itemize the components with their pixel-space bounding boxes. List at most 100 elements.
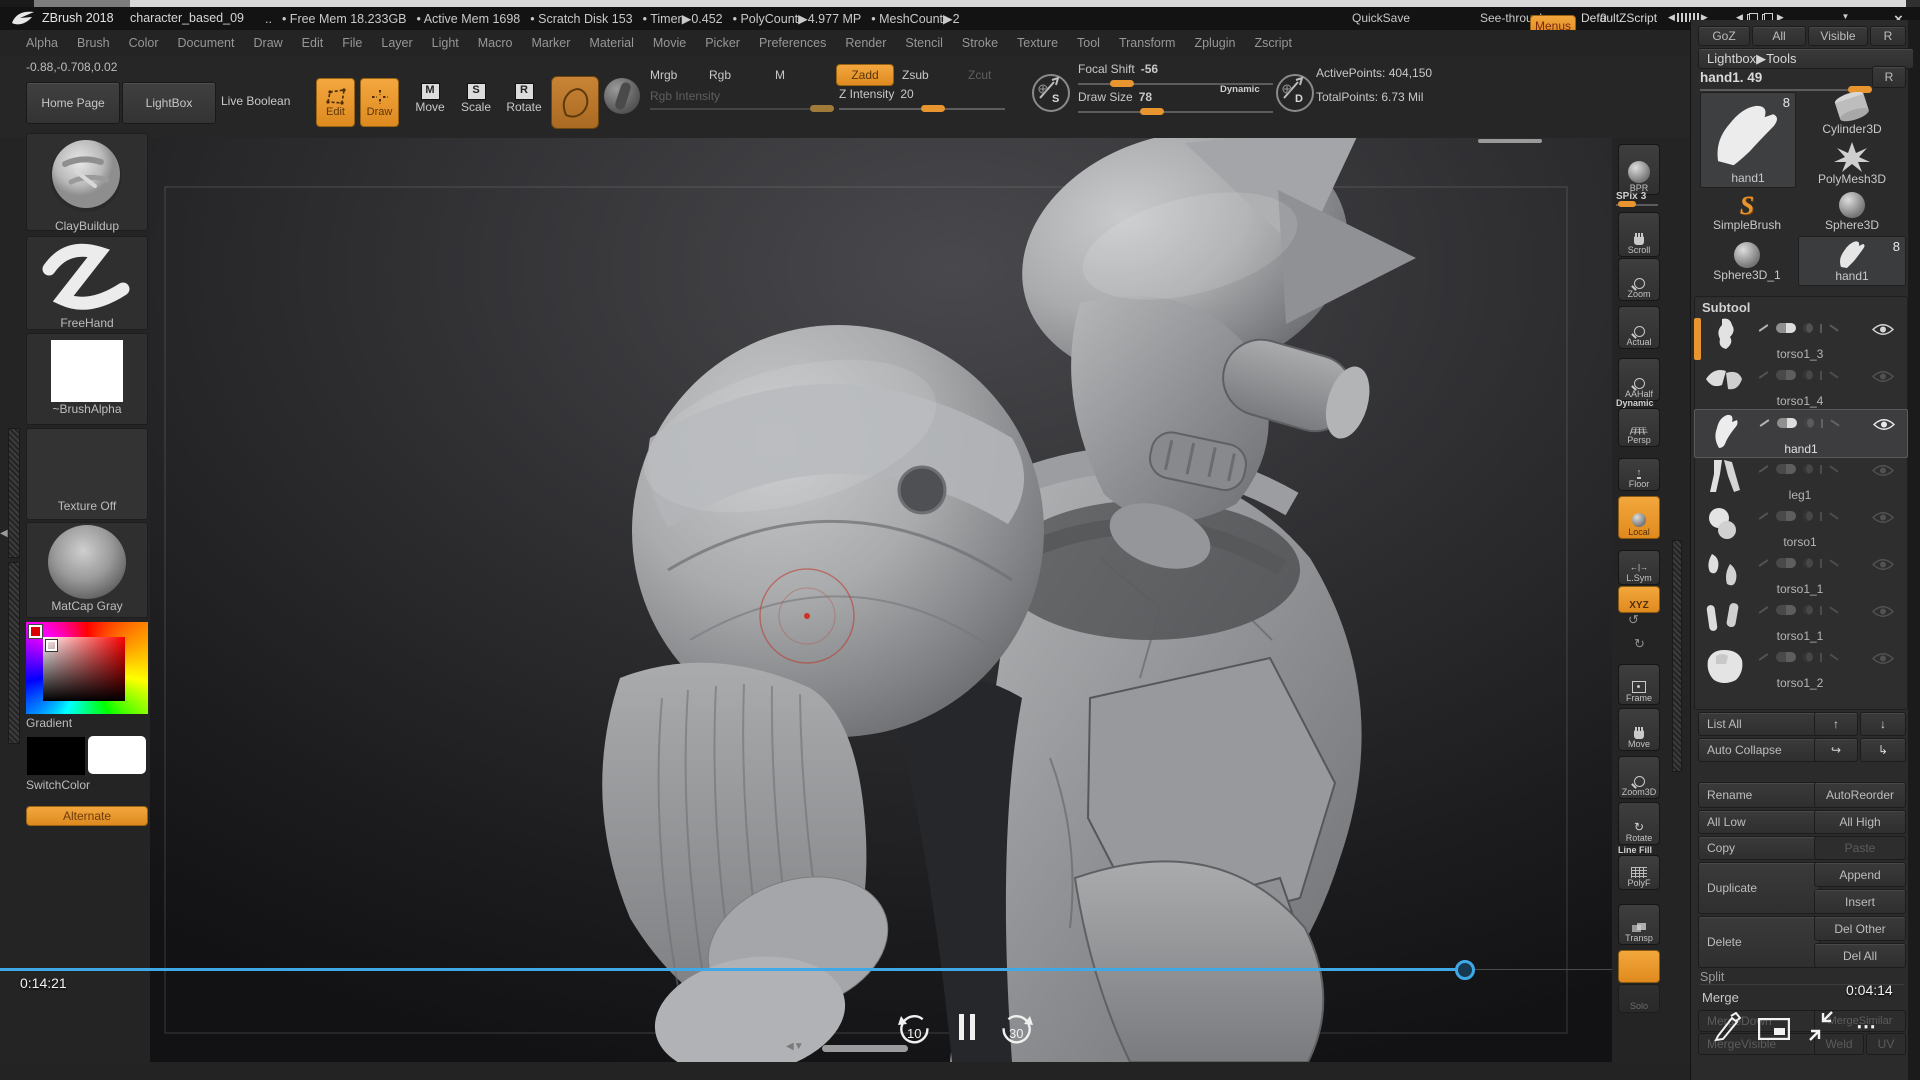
xyz-button[interactable]: XYZ	[1618, 586, 1660, 613]
menu-preferences[interactable]: Preferences	[758, 36, 827, 50]
material-ball-button[interactable]	[604, 78, 640, 114]
lightbox-button[interactable]: LightBox	[122, 82, 216, 124]
tool-slider[interactable]	[1700, 89, 1866, 91]
home-page-button[interactable]: Home Page	[26, 82, 120, 124]
bpr-button[interactable]: BPR	[1618, 144, 1660, 195]
tool-thumb-polymesh3d[interactable]: PolyMesh3D	[1800, 142, 1904, 188]
z-intensity-slider-label[interactable]: Z Intensity 20	[839, 87, 914, 101]
skip-forward-button[interactable]: 30	[996, 1010, 1038, 1048]
move3d-button[interactable]: Move	[1618, 708, 1660, 751]
mini-player-icon[interactable]	[1758, 1018, 1790, 1040]
menu-texture[interactable]: Texture	[1016, 36, 1059, 50]
menu-movie[interactable]: Movie	[652, 36, 687, 50]
skip-back-button[interactable]: 10	[893, 1010, 935, 1048]
menu-material[interactable]: Material	[588, 36, 634, 50]
frame-button[interactable]: Frame	[1618, 664, 1660, 705]
rgb-intensity-slider-label[interactable]: Rgb Intensity	[650, 89, 720, 103]
subtool-row[interactable]: leg1	[1694, 456, 1906, 503]
visibility-eye-icon[interactable]	[1873, 418, 1895, 431]
del-other-button[interactable]: Del Other	[1814, 916, 1906, 941]
auto-reorder-button[interactable]: AutoReorder	[1814, 782, 1906, 808]
solo-button[interactable]: Solo	[1618, 984, 1660, 1013]
video-progress-bar[interactable]	[0, 968, 1464, 971]
goz-button[interactable]: GoZ	[1698, 26, 1750, 46]
subtool-row[interactable]: torso1_1	[1694, 597, 1906, 644]
tool-thumb-sphere3d-1[interactable]: Sphere3D_1	[1700, 238, 1794, 284]
video-progress-handle[interactable]	[1455, 960, 1475, 980]
visibility-eye-icon[interactable]	[1872, 323, 1894, 336]
dynamic-toggle[interactable]: Dynamic	[1220, 84, 1260, 95]
transp-button[interactable]: Transp	[1618, 904, 1660, 945]
visibility-eye-icon[interactable]	[1872, 652, 1894, 665]
menu-brush[interactable]: Brush	[76, 36, 111, 50]
draw-size-slider[interactable]	[1078, 111, 1273, 113]
aahalf-button[interactable]: AAHalf	[1618, 358, 1660, 401]
merge-section-header[interactable]: Merge	[1702, 990, 1739, 1005]
menu-zscript[interactable]: Zscript	[1253, 36, 1293, 50]
zscript-button[interactable]: DefaultZScript	[1581, 11, 1657, 25]
copy-button[interactable]: Copy	[1698, 836, 1820, 860]
r-button-tool[interactable]: R	[1872, 66, 1906, 88]
zadd-button[interactable]: Zadd	[836, 64, 894, 86]
menu-draw[interactable]: Draw	[253, 36, 284, 50]
menu-color[interactable]: Color	[128, 36, 160, 50]
floor-button[interactable]: ↑ Floor	[1618, 458, 1660, 491]
more-options-icon[interactable]: ⋯	[1856, 1014, 1878, 1039]
polycount-readout[interactable]: • PolyCount▶4.977 MP	[733, 11, 862, 26]
menu-transform[interactable]: Transform	[1118, 36, 1177, 50]
spix-slider[interactable]	[1616, 204, 1658, 206]
rotate-button[interactable]: R Rotate	[504, 80, 544, 124]
tool-thumb-sphere3d[interactable]: Sphere3D	[1800, 190, 1904, 234]
subtool-row[interactable]: torso1_2	[1694, 644, 1906, 691]
visibility-eye-icon[interactable]	[1872, 605, 1894, 618]
video-progress-remaining[interactable]	[1464, 969, 1612, 970]
secondary-color-swatch[interactable]	[88, 736, 146, 774]
list-all-button[interactable]: List All	[1698, 712, 1820, 736]
canvas-scroll-arrow-icon[interactable]: ◀▼	[786, 1041, 804, 1052]
menu-file[interactable]: File	[341, 36, 363, 50]
move-up-button[interactable]: ↑	[1814, 712, 1858, 736]
all-high-button[interactable]: All High	[1814, 810, 1906, 834]
document-canvas[interactable]: ◀▼	[150, 138, 1612, 1062]
rgb-button[interactable]: Rgb	[709, 68, 731, 82]
meshcount-readout[interactable]: • MeshCount▶2	[871, 11, 959, 26]
r-button-top[interactable]: R	[1870, 26, 1906, 46]
visibility-eye-icon[interactable]	[1872, 511, 1894, 524]
ghost-button[interactable]	[1618, 950, 1660, 983]
zcut-button[interactable]: Zcut	[968, 68, 991, 82]
left-scroll-strip-bottom[interactable]	[8, 562, 20, 744]
paste-button[interactable]: Paste	[1814, 836, 1906, 860]
menu-stroke[interactable]: Stroke	[961, 36, 999, 50]
insert-button[interactable]: Insert	[1814, 889, 1906, 914]
del-all-button[interactable]: Del All	[1814, 943, 1906, 968]
subtool-header[interactable]: Subtool	[1702, 300, 1750, 315]
current-material-button[interactable]: MatCap Gray	[26, 522, 148, 618]
append-button[interactable]: Append	[1814, 862, 1906, 887]
duplicate-button[interactable]: Duplicate	[1698, 862, 1820, 914]
menu-tool[interactable]: Tool	[1076, 36, 1101, 50]
draw-button[interactable]: Draw	[360, 78, 399, 127]
m-button[interactable]: M	[775, 68, 785, 82]
zoom-button[interactable]: Zoom	[1618, 258, 1660, 301]
visibility-eye-icon[interactable]	[1872, 558, 1894, 571]
left-scroll-strip-top[interactable]	[8, 428, 20, 558]
lsym-button[interactable]: ←|→ L.Sym	[1618, 550, 1660, 585]
tool-thumb-hand1-large[interactable]: 8 hand1	[1700, 92, 1796, 188]
menu-light[interactable]: Light	[431, 36, 460, 50]
all-button[interactable]: All	[1752, 26, 1806, 46]
auto-collapse-button[interactable]: Auto Collapse	[1698, 738, 1820, 762]
dynamic-persp-label[interactable]: Dynamic	[1616, 398, 1654, 408]
scale-button[interactable]: S Scale	[458, 80, 494, 124]
live-boolean-button[interactable]: Live Boolean	[221, 94, 290, 108]
shift-up-button[interactable]: ↪	[1814, 738, 1858, 762]
subtool-row[interactable]: torso1_4	[1694, 362, 1906, 409]
move-down-button[interactable]: ↓	[1860, 712, 1906, 736]
focal-shift-slider-label[interactable]: Focal Shift -56	[1078, 62, 1158, 76]
menu-marker[interactable]: Marker	[531, 36, 572, 50]
tool-thumb-hand1-small[interactable]: 8 hand1	[1798, 236, 1906, 286]
menu-alpha[interactable]: Alpha	[25, 36, 59, 50]
current-texture-button[interactable]: Texture Off	[26, 428, 148, 520]
all-low-button[interactable]: All Low	[1698, 810, 1820, 834]
menu-render[interactable]: Render	[844, 36, 887, 50]
stroke-preview-button[interactable]	[551, 76, 599, 129]
